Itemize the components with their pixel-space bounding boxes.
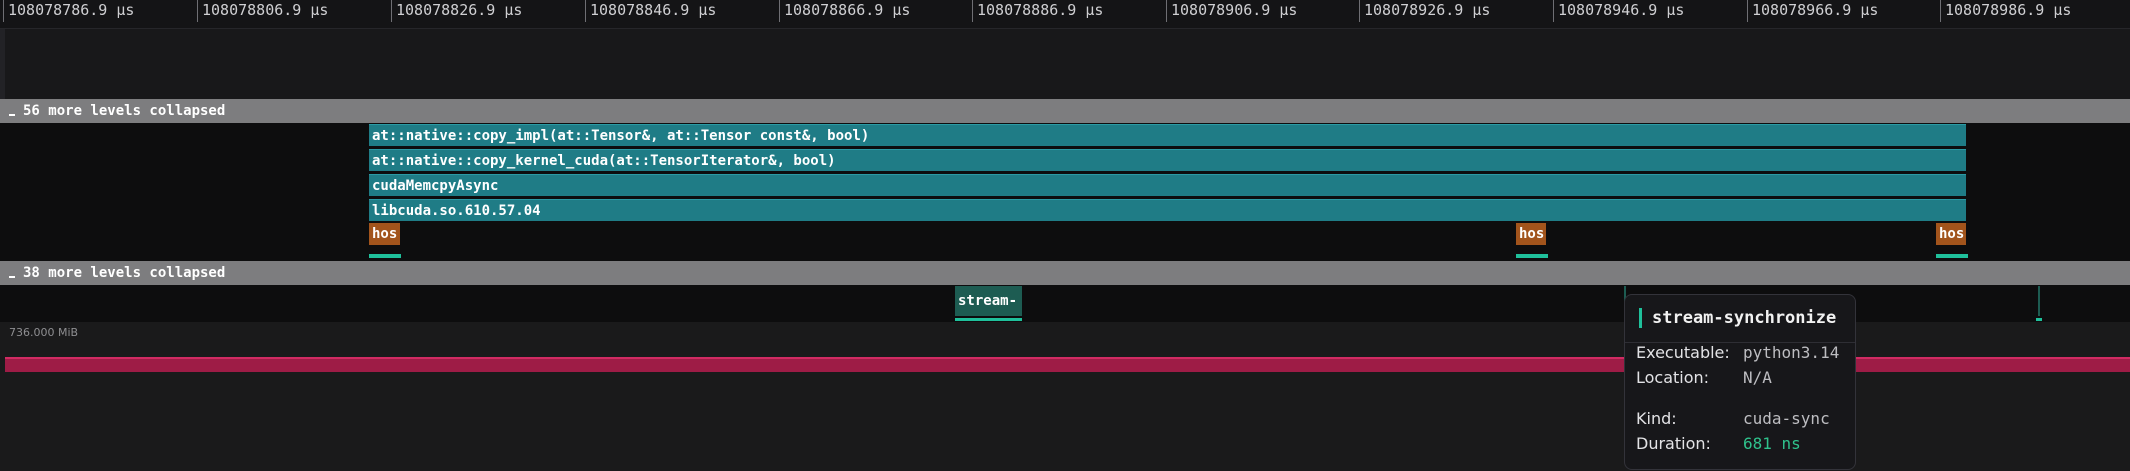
ruler-tick-label: 108078786.9 µs [8, 1, 135, 19]
host-event-indicator [1516, 254, 1548, 258]
host-event[interactable]: hos [1516, 223, 1546, 245]
ruler-tick [1940, 0, 1941, 22]
tooltip-duration-key: Duration: [1636, 434, 1711, 453]
tooltip-title: stream-synchronize [1639, 308, 1836, 328]
ruler-tick [1747, 0, 1748, 22]
host-event[interactable]: hos [1936, 223, 1966, 245]
ruler-tick-label: 108078926.9 µs [1364, 1, 1491, 19]
host-event-indicator [1936, 254, 1968, 258]
collapsed-levels-label: 38 more levels collapsed [23, 265, 226, 281]
ruler-tick-label: 108078826.9 µs [396, 1, 523, 19]
frame-copy-impl[interactable]: at::native::copy_impl(at::Tensor&, at::T… [369, 124, 1966, 146]
ruler-tick [3, 0, 4, 22]
collapsed-levels-label: 56 more levels collapsed [23, 103, 226, 119]
frame-libcuda[interactable]: libcuda.so.610.57.04 [369, 199, 1966, 221]
ruler-tick [1553, 0, 1554, 22]
ruler-tick-label: 108078906.9 µs [1171, 1, 1298, 19]
time-ruler[interactable]: 108078786.9 µs 108078806.9 µs 108078826.… [0, 0, 2130, 29]
ruler-tick [585, 0, 586, 22]
collapsed-levels-top[interactable]: 56 more levels collapsed [0, 99, 2130, 123]
ruler-tick-label: 108078886.9 µs [977, 1, 1104, 19]
stream-synchronize-event[interactable] [2038, 286, 2040, 316]
collapse-toggle-icon [9, 276, 15, 278]
ruler-tick [197, 0, 198, 22]
tooltip-kind-value: cuda-sync [1743, 409, 1830, 428]
tooltip-kind-key: Kind: [1636, 409, 1677, 428]
ruler-tick-label: 108078866.9 µs [784, 1, 911, 19]
ruler-tick [972, 0, 973, 22]
event-tooltip: stream-synchronize Executable: python3.1… [1624, 294, 1856, 470]
collapsed-levels-bottom[interactable]: 38 more levels collapsed [0, 261, 2130, 285]
ruler-tick-label: 108078966.9 µs [1752, 1, 1879, 19]
tooltip-location-key: Location: [1636, 368, 1710, 387]
tooltip-location-value: N/A [1743, 368, 1772, 387]
tooltip-executable-value: python3.14 [1743, 343, 1840, 362]
frame-cuda-memcpy-async[interactable]: cudaMemcpyAsync [369, 174, 1966, 196]
tooltip-duration-value: 681 ns [1743, 434, 1801, 453]
memory-axis-label: 736.000 MiB [9, 326, 79, 339]
ruler-tick-label: 108078806.9 µs [202, 1, 329, 19]
stream-event[interactable]: stream- [955, 286, 1022, 316]
ruler-tick-label: 108078946.9 µs [1558, 1, 1685, 19]
collapse-toggle-icon [9, 114, 15, 116]
ruler-tick [1166, 0, 1167, 22]
ruler-tick [779, 0, 780, 22]
stream-event-indicator [955, 318, 1022, 321]
ruler-tick [1359, 0, 1360, 22]
ruler-tick [391, 0, 392, 22]
frame-copy-kernel-cuda[interactable]: at::native::copy_kernel_cuda(at::TensorI… [369, 149, 1966, 171]
ruler-tick-label: 108078846.9 µs [590, 1, 717, 19]
empty-track-area [0, 29, 2130, 99]
stream-event-indicator [2036, 318, 2042, 321]
host-event-indicator [369, 254, 401, 258]
host-event[interactable]: hos [369, 223, 400, 245]
tooltip-executable-key: Executable: [1636, 343, 1730, 362]
ruler-tick-label: 108078986.9 µs [1945, 1, 2072, 19]
track-gutter [0, 29, 5, 99]
